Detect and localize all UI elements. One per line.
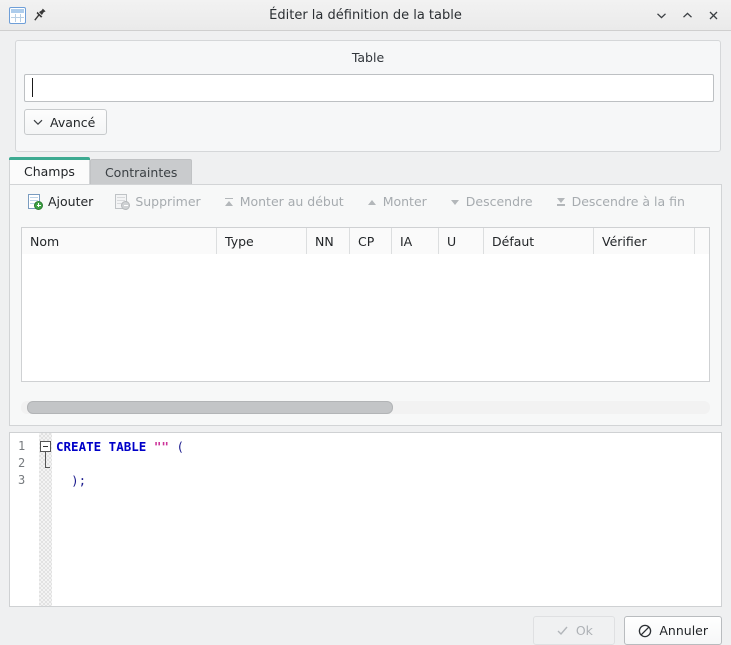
window-titlebar: Éditer la définition de la table xyxy=(0,0,731,31)
minimize-button[interactable] xyxy=(649,4,673,28)
dialog-body: Table Avancé Champs Contraintes Ajouter xyxy=(0,31,731,645)
column-header-nn[interactable]: NN xyxy=(307,228,350,254)
document-add-icon xyxy=(28,193,43,210)
collapse-box-icon[interactable] xyxy=(40,441,51,452)
remove-field-label: Supprimer xyxy=(135,194,201,209)
sql-string-literal: "" xyxy=(153,439,169,454)
move-top-label: Monter au début xyxy=(239,194,344,209)
tab-champs[interactable]: Champs xyxy=(9,157,90,185)
advanced-button-label: Avancé xyxy=(50,114,96,130)
titlebar-left-icons xyxy=(0,6,47,24)
tab-champs-label: Champs xyxy=(24,163,75,179)
fields-table-body[interactable] xyxy=(22,254,709,381)
window-title: Éditer la définition de la table xyxy=(269,7,462,23)
line-number-gutter: 1 2 3 xyxy=(10,433,39,606)
ban-icon xyxy=(639,624,652,637)
window-controls xyxy=(649,0,725,31)
fields-table-header: Nom Type NN CP IA U Défaut Vérifier xyxy=(22,228,709,254)
table-icon xyxy=(9,6,26,24)
remove-field-button[interactable]: Supprimer xyxy=(115,193,201,210)
column-header-nom[interactable]: Nom xyxy=(22,228,217,254)
move-up-label: Monter xyxy=(382,194,427,209)
text-cursor xyxy=(32,78,33,97)
fields-table: Nom Type NN CP IA U Défaut Vérifier xyxy=(21,227,710,382)
fold-margin[interactable] xyxy=(39,433,52,606)
move-bottom-label: Descendre à la fin xyxy=(571,194,685,209)
column-header-type[interactable]: Type xyxy=(217,228,307,254)
add-field-button[interactable]: Ajouter xyxy=(28,193,94,210)
document-remove-icon xyxy=(115,193,131,210)
champs-tab-panel: Ajouter Supprimer Monter au début Monter xyxy=(9,184,722,426)
column-header-u[interactable]: U xyxy=(439,228,484,254)
move-up-button[interactable]: Monter xyxy=(366,194,427,209)
column-header-cp[interactable]: CP xyxy=(350,228,392,254)
move-bottom-button[interactable]: Descendre à la fin xyxy=(555,194,685,209)
maximize-button[interactable] xyxy=(675,4,699,28)
close-button[interactable] xyxy=(701,4,725,28)
line-number: 1 xyxy=(18,439,26,453)
line-number: 3 xyxy=(18,473,26,487)
move-down-button[interactable]: Descendre xyxy=(449,194,533,209)
sql-code[interactable]: CREATE TABLE "" ( ); xyxy=(52,433,721,606)
fields-table-hscrollbar-thumb[interactable] xyxy=(27,401,393,414)
dialog-button-row: Ok Annuler xyxy=(533,616,722,645)
ok-button[interactable]: Ok xyxy=(533,616,616,645)
sql-open-paren: ( xyxy=(176,439,184,454)
fold-range-line xyxy=(45,452,50,468)
table-group-label: Table xyxy=(351,50,385,65)
cancel-button-label: Annuler xyxy=(659,623,708,638)
chevron-down-icon xyxy=(33,119,43,126)
check-icon xyxy=(557,626,568,636)
sql-close-statement: ); xyxy=(71,473,87,488)
add-field-label: Ajouter xyxy=(48,194,94,209)
move-down-label: Descendre xyxy=(465,194,533,209)
advanced-button[interactable]: Avancé xyxy=(24,109,108,135)
line-number: 2 xyxy=(18,456,26,470)
sql-preview-editor[interactable]: 1 2 3 CREATE TABLE "" ( ); xyxy=(9,432,722,607)
column-header-verifier[interactable]: Vérifier xyxy=(594,228,695,254)
tab-contraintes[interactable]: Contraintes xyxy=(89,159,193,185)
tabbar: Champs Contraintes xyxy=(9,157,193,185)
column-header-defaut[interactable]: Défaut xyxy=(484,228,594,254)
cancel-button[interactable]: Annuler xyxy=(624,616,722,645)
arrow-up-icon xyxy=(366,196,378,208)
pin-icon[interactable] xyxy=(33,7,47,23)
tab-contraintes-label: Contraintes xyxy=(104,165,178,180)
column-header-ia[interactable]: IA xyxy=(392,228,439,254)
ok-button-label: Ok xyxy=(575,623,593,638)
sql-keyword: CREATE TABLE xyxy=(56,439,147,454)
arrow-down-icon xyxy=(449,196,461,208)
table-group-box: Table Avancé xyxy=(15,40,721,152)
table-name-input[interactable] xyxy=(24,74,714,102)
move-to-top-icon xyxy=(223,196,235,208)
move-to-bottom-icon xyxy=(555,196,567,208)
column-header-spacer xyxy=(695,228,709,254)
move-top-button[interactable]: Monter au début xyxy=(223,194,344,209)
fields-toolbar: Ajouter Supprimer Monter au début Monter xyxy=(10,185,721,218)
